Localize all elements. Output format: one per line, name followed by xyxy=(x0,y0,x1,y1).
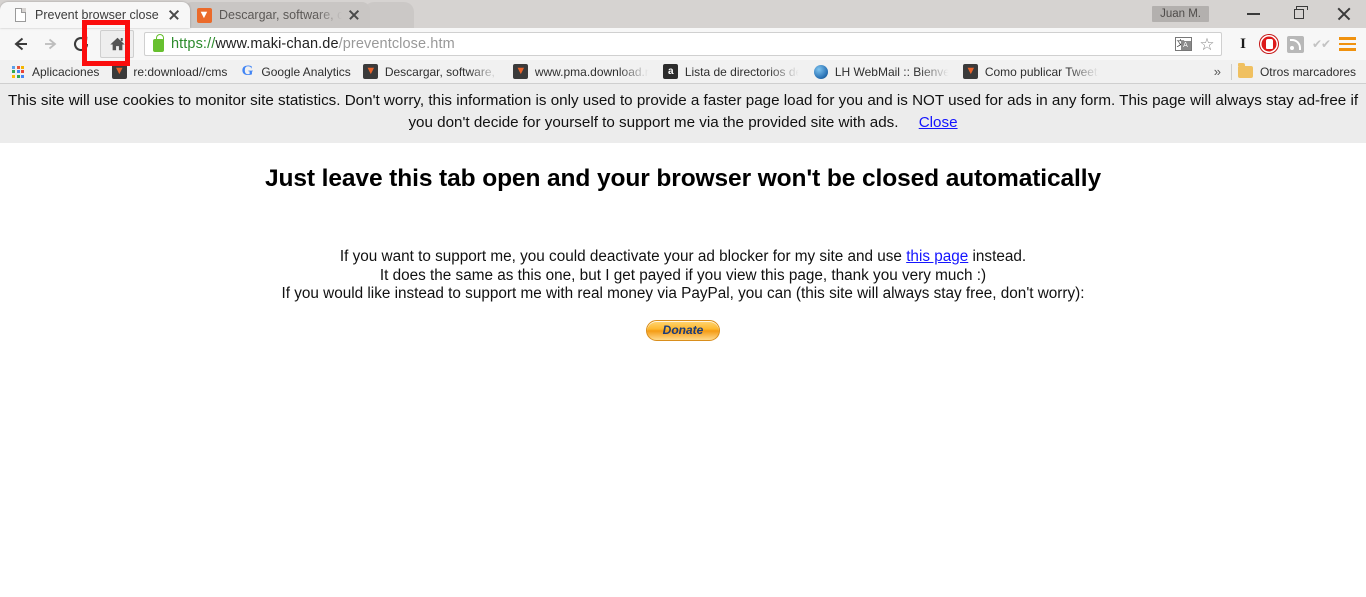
bookmark-aplicaciones[interactable]: Aplicaciones xyxy=(4,62,105,82)
rss-feed-icon[interactable] xyxy=(1282,31,1308,57)
bookmark-descargar-software[interactable]: ▼ Descargar, software, c xyxy=(357,62,507,82)
download-orange-icon: ▼ xyxy=(963,64,979,80)
page-content: This site will use cookies to monitor si… xyxy=(0,84,1366,597)
window-controls: Juan M. xyxy=(1152,0,1366,28)
other-bookmarks-label: Otros marcadores xyxy=(1259,64,1356,79)
url-scheme: https:// xyxy=(171,36,216,52)
bookmark-label: www.pma.download.n xyxy=(534,64,651,79)
maximize-restore-button[interactable] xyxy=(1276,0,1321,28)
address-bar[interactable]: https://www.maki-chan.de/preventclose.ht… xyxy=(144,32,1222,56)
cookie-notice-bar: This site will use cookies to monitor si… xyxy=(0,84,1366,143)
bookmark-label: Como publicar Tweets xyxy=(984,64,1101,79)
back-button[interactable] xyxy=(6,30,36,58)
bookmarks-overflow-button[interactable]: » xyxy=(1204,64,1231,79)
download-orange-icon: ▼ xyxy=(111,64,127,80)
bookmark-label: re:download//cms xyxy=(133,64,228,79)
folder-icon xyxy=(1238,63,1254,80)
home-button[interactable] xyxy=(100,30,134,58)
support-line-1-after: instead. xyxy=(968,248,1027,265)
donate-area: Donate xyxy=(0,319,1366,341)
cookie-notice-text: This site will use cookies to monitor si… xyxy=(7,92,1359,131)
bookmark-google-analytics[interactable]: G Google Analytics xyxy=(233,62,356,82)
tab-title: Prevent browser close tab xyxy=(35,8,162,22)
browser-window: Prevent browser close tab ▼ Descargar, s… xyxy=(0,0,1366,597)
home-icon xyxy=(109,37,125,51)
extension-glyph: I xyxy=(1240,35,1246,52)
bookmark-pma-download[interactable]: ▼ www.pma.download.n xyxy=(507,62,657,82)
minimize-button[interactable] xyxy=(1231,0,1276,28)
apps-grid-icon xyxy=(10,64,26,80)
download-orange-icon: ▼ xyxy=(363,64,379,80)
support-line-3: If you would like instead to support me … xyxy=(281,285,1085,303)
tab-strip: Prevent browser close tab ▼ Descargar, s… xyxy=(0,0,1366,28)
globe-blue-icon xyxy=(813,64,829,80)
bookmark-label: Lista de directorios de xyxy=(684,64,801,79)
close-icon[interactable] xyxy=(166,7,182,23)
address-bar-actions: 文A ☆ xyxy=(1171,33,1219,55)
this-page-link[interactable]: this page xyxy=(906,248,968,265)
cookie-close-link[interactable]: Close xyxy=(919,114,958,131)
bookmarks-bar: Aplicaciones ▼ re:download//cms G Google… xyxy=(0,60,1366,84)
support-message: If you want to support me, you could dea… xyxy=(0,248,1366,304)
url-text: https://www.maki-chan.de/preventclose.ht… xyxy=(171,36,1171,52)
extension-icons: I ✔✔ xyxy=(1230,31,1360,57)
window-close-button[interactable] xyxy=(1321,0,1366,28)
profile-name-chip[interactable]: Juan M. xyxy=(1152,6,1209,22)
support-line-1: If you want to support me, you could dea… xyxy=(0,248,1366,267)
download-orange-icon: ▼ xyxy=(513,64,529,80)
support-line-2: It does the same as this one, but I get … xyxy=(379,266,987,284)
google-g-icon: G xyxy=(241,63,254,79)
bookmark-label: Descargar, software, c xyxy=(384,64,501,79)
reload-button[interactable] xyxy=(66,30,96,58)
reload-icon xyxy=(73,36,89,52)
paypal-donate-button[interactable]: Donate xyxy=(646,319,720,341)
bookmark-label: Google Analytics xyxy=(261,64,351,79)
new-tab-button[interactable] xyxy=(364,2,414,28)
chrome-menu-icon[interactable] xyxy=(1334,31,1360,57)
bookmark-como-publicar-tweets[interactable]: ▼ Como publicar Tweets xyxy=(957,62,1107,82)
other-bookmarks-folder[interactable]: Otros marcadores xyxy=(1232,62,1362,82)
forward-button xyxy=(36,30,66,58)
bookmark-lh-webmail[interactable]: LH WebMail :: Bienver xyxy=(807,62,957,82)
bookmark-lista-de-directorios[interactable]: a Lista de directorios de xyxy=(657,62,807,82)
double-check-icon[interactable]: ✔✔ xyxy=(1308,31,1334,57)
bookmark-redownload-cms[interactable]: ▼ re:download//cms xyxy=(105,62,233,82)
apache-a-icon: a xyxy=(663,64,679,80)
download-orange-icon: ▼ xyxy=(196,7,212,23)
support-line-1-before: If you want to support me, you could dea… xyxy=(339,248,907,265)
close-icon[interactable] xyxy=(346,7,362,23)
tab-title: Descargar, software, contr xyxy=(219,8,342,22)
tab-descargar-software[interactable]: ▼ Descargar, software, contr xyxy=(184,2,370,28)
url-path: /preventclose.htm xyxy=(338,36,455,52)
back-arrow-icon xyxy=(14,37,27,51)
url-host: www.maki-chan.de xyxy=(215,36,339,52)
tab-prevent-browser-close[interactable]: Prevent browser close tab xyxy=(0,2,190,28)
bookmark-star-icon[interactable]: ☆ xyxy=(1195,33,1219,55)
page-title: Just leave this tab open and your browse… xyxy=(264,165,1101,192)
bookmark-label: Aplicaciones xyxy=(32,64,100,79)
translate-icon[interactable]: 文A xyxy=(1171,33,1195,55)
adblock-icon[interactable] xyxy=(1256,31,1282,57)
lock-icon xyxy=(153,33,164,52)
navigation-toolbar: https://www.maki-chan.de/preventclose.ht… xyxy=(0,28,1366,60)
italic-i-icon[interactable]: I xyxy=(1230,31,1256,57)
forward-arrow-icon xyxy=(45,38,57,50)
bookmark-label: LH WebMail :: Bienver xyxy=(834,64,951,79)
document-icon xyxy=(12,7,28,23)
